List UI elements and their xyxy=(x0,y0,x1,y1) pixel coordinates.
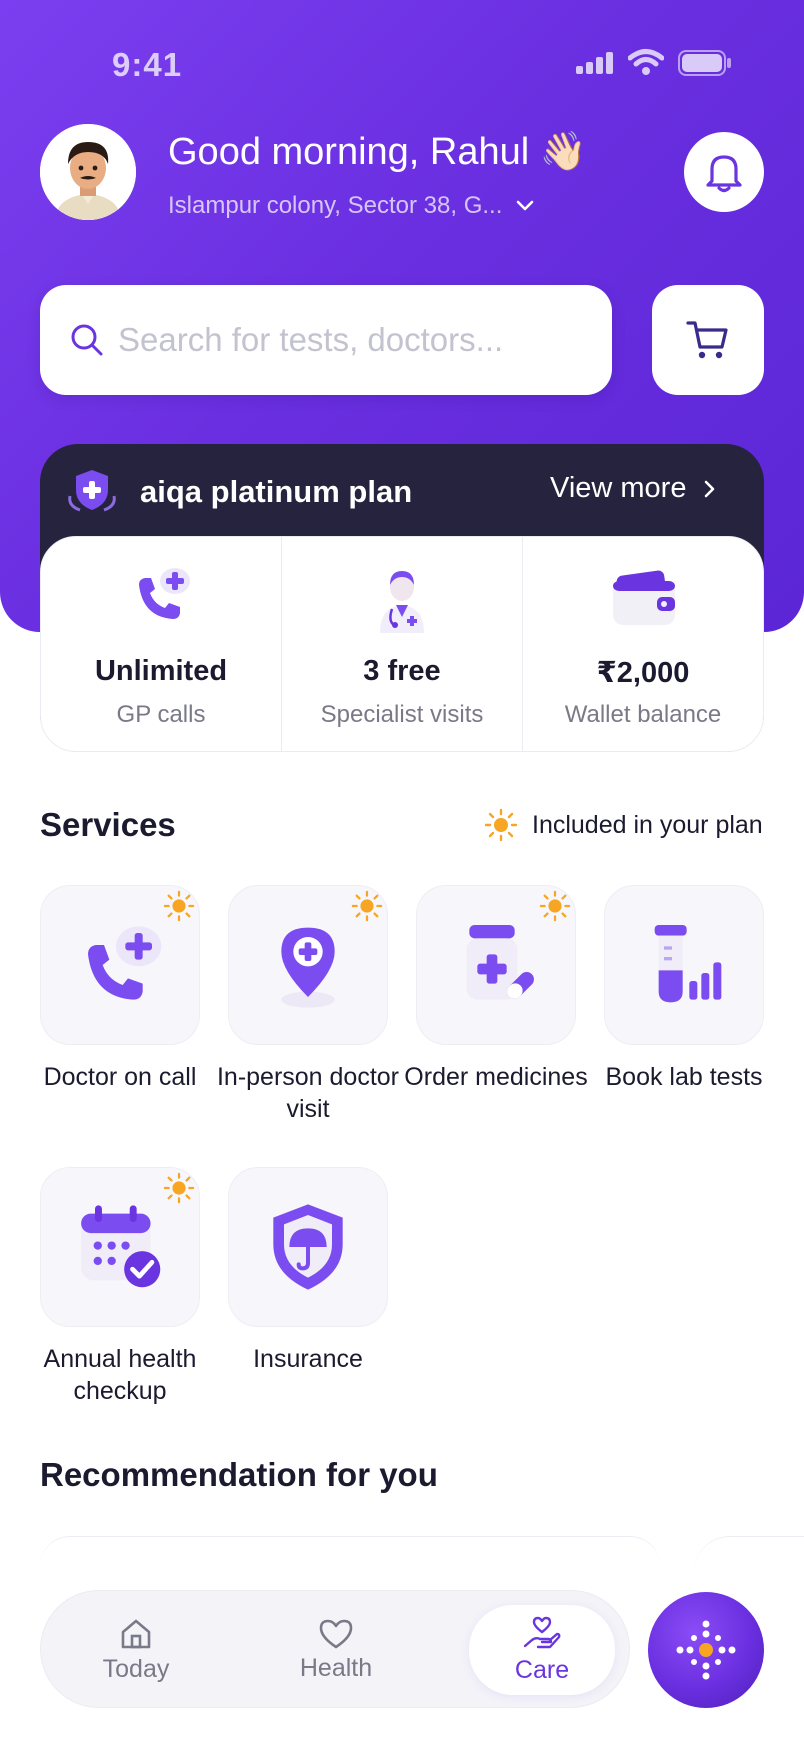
home-icon xyxy=(121,1619,151,1648)
sun-icon xyxy=(163,1172,195,1204)
location-selector[interactable]: Islampur colony, Sector 38, G... xyxy=(168,192,534,220)
status-bar: 9:41 xyxy=(0,40,804,90)
view-more-label: View more xyxy=(550,472,687,504)
nav-label: Today xyxy=(102,1654,170,1683)
doctor-icon xyxy=(366,561,438,638)
service-label: Doctor on call xyxy=(43,1063,197,1091)
service-label: Insurance xyxy=(253,1345,363,1373)
signal-icon xyxy=(576,52,613,74)
cart-button[interactable] xyxy=(652,285,764,395)
nav-care[interactable]: Care xyxy=(469,1605,615,1695)
test-tube-icon xyxy=(654,925,722,1003)
sun-icon xyxy=(484,808,518,842)
service-label: In-person doctor visit xyxy=(216,1063,400,1123)
service-label: Annual health checkup xyxy=(43,1345,197,1405)
benefit-wallet[interactable]: ₹2,000 Wallet balance xyxy=(523,537,763,751)
service-label: Book lab tests xyxy=(605,1063,763,1091)
plan-badge-icon xyxy=(66,466,118,519)
service-tile xyxy=(40,885,200,1045)
shield-umbrella-icon xyxy=(273,1204,343,1290)
benefit-label: Specialist visits xyxy=(320,701,484,728)
recommendation-title: Recommendation for you xyxy=(40,1456,438,1493)
service-doctor-on-call[interactable]: Doctor on call xyxy=(40,885,200,1093)
wifi-icon xyxy=(628,49,664,75)
service-tile xyxy=(416,885,576,1045)
service-order-medicines[interactable]: Order medicines xyxy=(404,885,588,1093)
service-insurance[interactable]: Insurance xyxy=(228,1167,388,1375)
included-legend: Included in your plan xyxy=(484,808,763,842)
benefit-label: GP calls xyxy=(116,701,206,728)
service-tile xyxy=(40,1167,200,1327)
benefit-gp-calls[interactable]: Unlimited GP calls xyxy=(41,537,282,751)
services-title: Services xyxy=(40,806,176,843)
care-hand-icon xyxy=(523,1616,561,1648)
calendar-check-icon xyxy=(81,1205,161,1288)
chevron-down-icon xyxy=(517,200,534,211)
medicine-bottle-icon xyxy=(466,925,534,1000)
location-pin-icon xyxy=(281,927,335,1008)
sparkle-icon xyxy=(676,1620,736,1680)
battery-icon xyxy=(678,50,731,76)
benefit-value: Unlimited xyxy=(94,655,228,687)
service-in-person-visit[interactable]: In-person doctor visit xyxy=(217,885,399,1125)
service-tile xyxy=(228,1167,388,1327)
status-time: 9:41 xyxy=(112,46,183,83)
location-label: Islampur colony, Sector 38, G... xyxy=(168,192,503,219)
nav-health[interactable]: Health xyxy=(251,1591,421,1709)
search-input[interactable]: Search for tests, doctors... xyxy=(118,321,503,359)
service-tile xyxy=(604,885,764,1045)
heart-icon xyxy=(319,1619,353,1648)
wallet-icon xyxy=(607,561,679,638)
search-bar[interactable]: Search for tests, doctors... xyxy=(40,285,612,395)
service-label: Order medicines xyxy=(404,1063,588,1091)
view-more-link[interactable]: View more xyxy=(550,472,716,505)
ai-assistant-button[interactable] xyxy=(648,1592,764,1708)
notification-button[interactable] xyxy=(684,132,764,212)
service-annual-checkup[interactable]: Annual health checkup xyxy=(40,1167,200,1407)
phone-plus-icon xyxy=(88,926,162,1000)
greeting-text: Good morning, Rahul 👋🏻 xyxy=(168,130,587,174)
sun-icon xyxy=(539,890,571,922)
legend-label: Included in your plan xyxy=(532,810,763,839)
plan-title: aiqa platinum plan xyxy=(140,474,413,509)
sun-icon xyxy=(351,890,383,922)
nav-today[interactable]: Today xyxy=(51,1591,221,1709)
search-icon xyxy=(71,324,103,356)
phone-plus-icon xyxy=(125,561,197,638)
benefit-specialist-visits[interactable]: 3 free Specialist visits xyxy=(282,537,523,751)
service-book-lab-tests[interactable]: Book lab tests xyxy=(604,885,764,1093)
nav-label: Care xyxy=(514,1655,570,1684)
man-avatar-icon xyxy=(40,124,136,220)
plan-benefits: Unlimited GP calls 3 free Specialist vis… xyxy=(40,536,764,752)
chevron-right-icon xyxy=(705,480,715,497)
benefit-value: ₹2,000 xyxy=(596,657,690,689)
avatar[interactable] xyxy=(40,124,136,220)
nav-label: Health xyxy=(299,1653,373,1682)
bell-icon xyxy=(706,155,742,193)
service-tile xyxy=(228,885,388,1045)
benefit-label: Wallet balance xyxy=(564,701,722,728)
cart-icon xyxy=(686,321,728,359)
wave-icon: 👋🏻 xyxy=(539,131,588,173)
bottom-nav: Today Health Care xyxy=(40,1590,630,1708)
greeting-label: Good morning, Rahul xyxy=(168,131,530,173)
plan-card: aiqa platinum plan View more Unlimited G… xyxy=(40,444,764,752)
benefit-value: 3 free xyxy=(363,655,441,687)
sun-icon xyxy=(163,890,195,922)
